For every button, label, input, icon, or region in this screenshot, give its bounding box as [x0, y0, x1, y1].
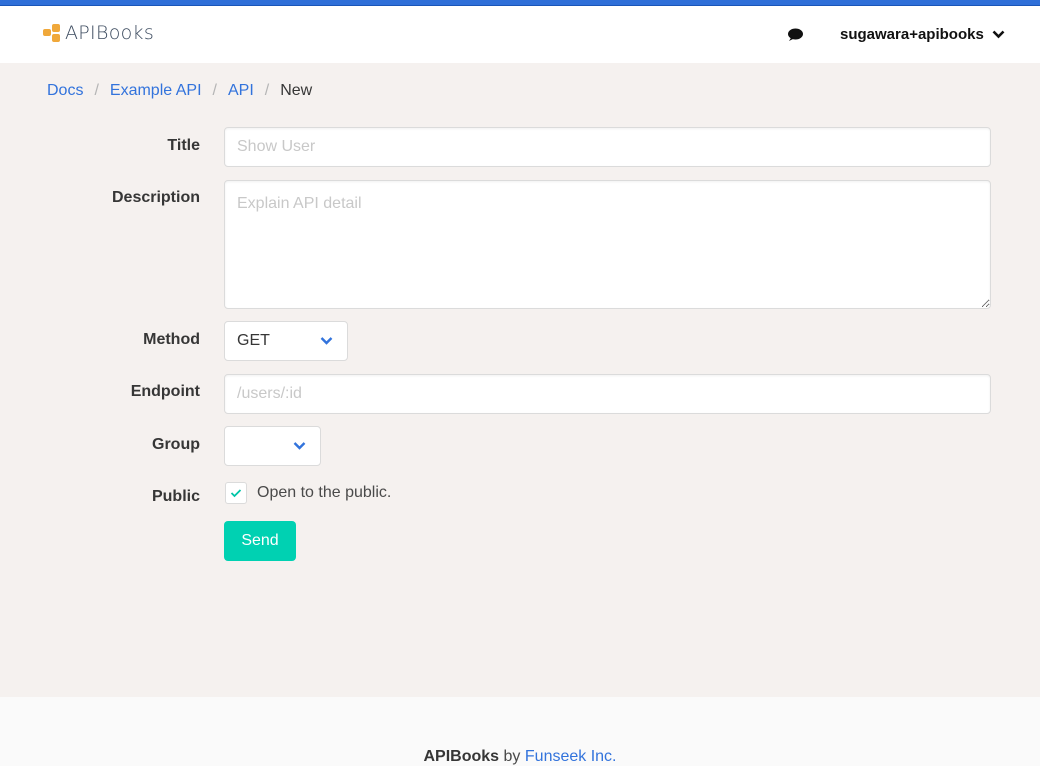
public-checkbox-label[interactable]: Open to the public.	[257, 484, 391, 502]
chat-bubble-icon[interactable]	[787, 28, 803, 42]
footer-brand: APIBooks	[423, 748, 500, 765]
breadcrumb-current: New	[280, 82, 313, 99]
group-label: Group	[152, 436, 200, 453]
breadcrumb: Docs / Example API / API / New	[47, 82, 312, 100]
brand-name: APIBooks	[65, 22, 155, 44]
description-textarea[interactable]	[224, 180, 991, 309]
method-label: Method	[143, 331, 200, 348]
method-select[interactable]: GET	[224, 321, 348, 361]
breadcrumb-separator: /	[212, 82, 217, 99]
method-selected-value: GET	[237, 332, 270, 349]
public-checkbox[interactable]	[225, 482, 247, 504]
title-input[interactable]	[224, 127, 991, 167]
chevron-down-icon	[320, 337, 333, 345]
apibooks-logo-icon	[43, 24, 61, 42]
footer-by: by	[503, 748, 521, 765]
checkmark-icon	[230, 489, 242, 498]
breadcrumb-api[interactable]: API	[228, 82, 254, 100]
send-button[interactable]: Send	[224, 521, 296, 561]
user-menu[interactable]: sugawara+apibooks	[840, 26, 1005, 43]
breadcrumb-docs[interactable]: Docs	[47, 82, 83, 100]
public-label: Public	[151, 488, 200, 505]
navbar: APIBooks sugawara+apibooks	[0, 6, 1040, 63]
footer-text: APIBooks by Funseek Inc.	[0, 748, 1040, 766]
title-label: Title	[167, 137, 200, 154]
group-select[interactable]	[224, 426, 321, 466]
breadcrumb-separator: /	[264, 82, 270, 99]
chevron-down-icon	[992, 30, 1005, 39]
chevron-down-icon	[293, 442, 306, 450]
breadcrumb-example-api[interactable]: Example API	[110, 82, 202, 100]
description-label: Description	[111, 189, 200, 206]
footer-company-link[interactable]: Funseek Inc.	[525, 748, 617, 765]
endpoint-label: Endpoint	[130, 383, 200, 400]
endpoint-input[interactable]	[224, 374, 991, 414]
breadcrumb-separator: /	[94, 82, 99, 99]
username: sugawara+apibooks	[840, 26, 984, 43]
brand-logo[interactable]: APIBooks	[43, 22, 154, 44]
